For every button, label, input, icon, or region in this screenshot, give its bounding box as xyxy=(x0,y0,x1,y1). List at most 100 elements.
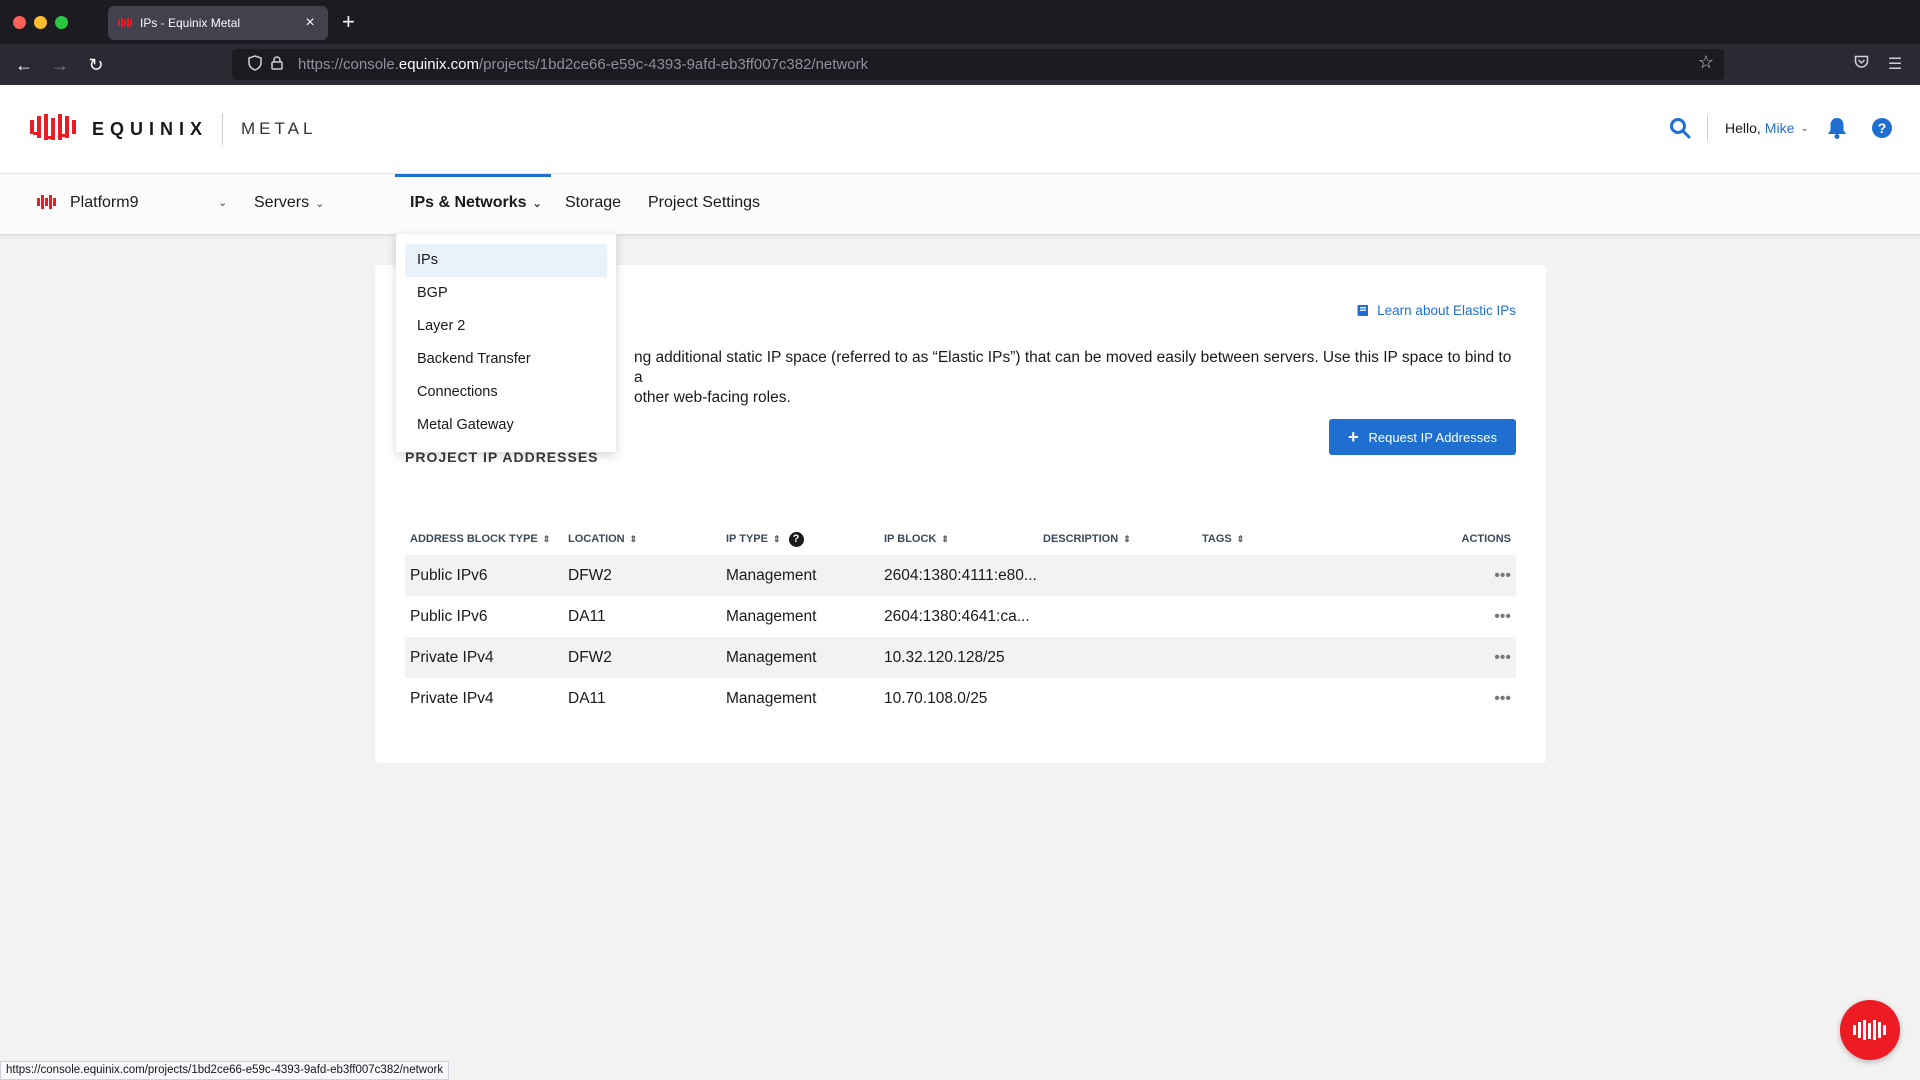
bell-icon[interactable] xyxy=(1826,116,1848,140)
book-icon xyxy=(1357,305,1369,316)
column-label: IP TYPE xyxy=(726,533,768,545)
chat-widget-button[interactable] xyxy=(1840,1000,1900,1060)
cell-ip-block[interactable]: 10.32.120.128/25 xyxy=(882,649,1041,667)
nav-project-settings[interactable]: Project Settings xyxy=(648,194,760,212)
dropdown-item-bgp[interactable]: BGP xyxy=(405,277,607,310)
cell-ip-type: Management xyxy=(726,689,817,707)
cell-ip-block[interactable]: 2604:1380:4641:ca... xyxy=(882,608,1041,626)
lock-icon[interactable] xyxy=(266,56,288,73)
more-actions-icon[interactable]: ••• xyxy=(1494,567,1511,584)
table-row[interactable]: Private IPv4 DFW2 Management 10.32.120.1… xyxy=(405,637,1516,678)
column-header-description[interactable]: DESCRIPTION ⇕ xyxy=(1041,533,1200,545)
help-icon[interactable]: ? xyxy=(1872,118,1892,138)
table-row[interactable]: Public IPv6 DFW2 Management 2604:1380:41… xyxy=(405,555,1516,596)
search-icon[interactable] xyxy=(1668,116,1692,140)
more-actions-icon[interactable]: ••• xyxy=(1494,649,1511,666)
nav-servers[interactable]: Servers ⌄ xyxy=(254,194,324,212)
nav-storage[interactable]: Storage xyxy=(565,194,621,212)
dropdown-item-metal-gateway[interactable]: Metal Gateway xyxy=(405,409,607,442)
new-tab-button[interactable]: + xyxy=(342,9,355,35)
browser-navbar: ← → ↻ https://console.equinix.com/projec… xyxy=(0,44,1920,85)
learn-link-text: Learn about Elastic IPs xyxy=(1377,303,1516,318)
table-row[interactable]: Public IPv6 DA11 Management 2604:1380:46… xyxy=(405,596,1516,637)
bookmark-star-icon[interactable]: ☆ xyxy=(1698,52,1714,73)
question-circle-icon[interactable]: ? xyxy=(788,531,804,547)
row-actions: ••• xyxy=(1359,690,1516,708)
column-header-tags[interactable]: TAGS ⇕ xyxy=(1200,533,1359,545)
url-bar[interactable]: https://console.equinix.com/projects/1bd… xyxy=(232,49,1724,80)
pocket-icon[interactable] xyxy=(1848,52,1874,78)
tab-title: IPs - Equinix Metal xyxy=(140,16,241,30)
sort-icon: ⇕ xyxy=(1236,533,1245,544)
logo-product: METAL xyxy=(241,119,317,138)
nav-ips-networks-label: IPs & Networks xyxy=(410,194,527,211)
project-switcher[interactable]: Platform9 xyxy=(70,194,138,212)
more-actions-icon[interactable]: ••• xyxy=(1494,690,1511,707)
equinix-metal-logo[interactable]: EQUINIX METAL xyxy=(30,111,316,147)
maximize-window-button[interactable] xyxy=(55,16,68,29)
user-menu[interactable]: Hello, Mike ⌄ xyxy=(1725,120,1809,136)
chevron-down-icon[interactable]: ⌄ xyxy=(218,196,227,209)
cell-location: DFW2 xyxy=(568,648,612,666)
plus-icon: + xyxy=(1348,427,1359,447)
ips-networks-dropdown: IPs BGP Layer 2 Backend Transfer Connect… xyxy=(396,234,616,452)
back-icon[interactable]: ← xyxy=(11,52,37,78)
column-header-actions: ACTIONS xyxy=(1461,533,1512,545)
dropdown-item-connections[interactable]: Connections xyxy=(405,376,607,409)
minimize-window-button[interactable] xyxy=(34,16,47,29)
reload-icon[interactable]: ↻ xyxy=(83,52,109,78)
column-header-location[interactable]: LOCATION ⇕ xyxy=(564,533,723,545)
chevron-down-icon: ⌄ xyxy=(315,198,325,210)
column-header-address-block-type[interactable]: ADDRESS BLOCK TYPE ⇕ xyxy=(405,533,564,545)
cell-ip-type: Management xyxy=(726,607,817,625)
row-actions: ••• xyxy=(1359,567,1516,585)
logo-wordmark: EQUINIX xyxy=(92,118,209,139)
url-prefix: https://console. xyxy=(298,56,399,73)
cell-location: DA11 xyxy=(568,607,606,625)
equinix-chat-icon xyxy=(1853,1020,1886,1040)
cell-location: DA11 xyxy=(568,689,606,707)
logo-divider xyxy=(222,113,224,145)
app-header: EQUINIX METAL Hello, Mike ⌄ ? xyxy=(0,85,1920,173)
cell-address-block-type: Private IPv4 xyxy=(410,648,494,666)
cell-location: DFW2 xyxy=(568,566,612,584)
sort-icon: ⇕ xyxy=(941,533,949,544)
equinix-favicon-icon xyxy=(118,18,134,28)
active-tab-indicator xyxy=(395,174,551,177)
menu-icon[interactable]: ☰ xyxy=(1882,52,1908,78)
request-button-label: Request IP Addresses xyxy=(1368,429,1497,445)
dropdown-item-backend-transfer[interactable]: Backend Transfer xyxy=(405,343,607,376)
cell-address-block-type: Private IPv4 xyxy=(410,689,494,707)
chevron-down-icon: ⌄ xyxy=(1800,122,1809,134)
request-ip-addresses-button[interactable]: + Request IP Addresses xyxy=(1329,419,1516,455)
dropdown-item-layer-2[interactable]: Layer 2 xyxy=(405,310,607,343)
browser-tabstrip: IPs - Equinix Metal × + xyxy=(0,0,1920,44)
column-label: ADDRESS BLOCK TYPE xyxy=(410,533,538,545)
column-header-ip-block[interactable]: IP BLOCK ⇕ xyxy=(882,533,1041,545)
sort-icon: ⇕ xyxy=(1123,533,1131,544)
chevron-down-icon: ⌄ xyxy=(532,198,542,210)
cell-ip-block[interactable]: 2604:1380:4111:e80... xyxy=(882,567,1041,585)
column-header-ip-type[interactable]: IP TYPE ⇕? xyxy=(723,531,882,547)
dropdown-item-ips[interactable]: IPs xyxy=(405,244,607,277)
forward-icon[interactable]: → xyxy=(47,52,73,78)
project-icon xyxy=(37,195,56,209)
nav-ips-networks[interactable]: IPs & Networks ⌄ xyxy=(410,194,542,212)
table-row[interactable]: Private IPv4 DA11 Management 10.70.108.0… xyxy=(405,678,1516,719)
close-window-button[interactable] xyxy=(13,16,26,29)
column-label: DESCRIPTION xyxy=(1043,533,1119,545)
more-actions-icon[interactable]: ••• xyxy=(1494,608,1511,625)
shield-icon[interactable] xyxy=(244,55,266,74)
learn-elastic-ips-link[interactable]: Learn about Elastic IPs xyxy=(1356,303,1516,318)
sort-icon: ⇕ xyxy=(542,533,551,544)
equinix-logo-icon xyxy=(30,114,76,140)
row-actions: ••• xyxy=(1359,649,1516,667)
browser-tab[interactable]: IPs - Equinix Metal × xyxy=(108,6,328,40)
browser-status-bar: https://console.equinix.com/projects/1bd… xyxy=(0,1061,450,1080)
cell-ip-block[interactable]: 10.70.108.0/25 xyxy=(882,690,1041,708)
user-name: Mike xyxy=(1764,120,1795,136)
project-subnav: Platform9 ⌄ Servers ⌄ IPs & Networks ⌄ Sto… xyxy=(0,173,1920,235)
url-domain: equinix.com xyxy=(398,56,479,73)
column-label: LOCATION xyxy=(568,533,625,545)
tab-close-icon[interactable]: × xyxy=(302,14,318,32)
